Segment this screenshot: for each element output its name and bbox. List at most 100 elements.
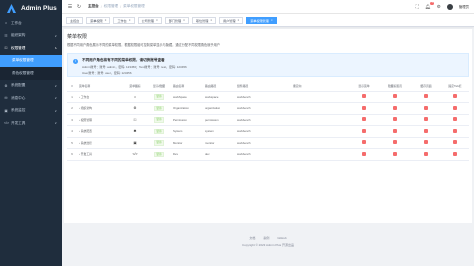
column-header: 菜单图标 xyxy=(123,82,147,92)
checkbox-checked[interactable] xyxy=(362,105,366,110)
tag-item-active[interactable]: 菜单权限管理 × xyxy=(246,16,277,24)
checkbox-checked[interactable] xyxy=(362,117,366,122)
checkbox-checked[interactable] xyxy=(424,105,428,110)
chevron-down-icon: ∨ xyxy=(54,108,57,113)
close-icon[interactable]: × xyxy=(271,18,273,22)
table-row[interactable]: 1 › 工作台 ⌂ 显示 workSpace workspace workben… xyxy=(67,91,469,103)
cell-hide-tab xyxy=(379,148,411,161)
checkbox-checked[interactable] xyxy=(362,128,366,133)
column-header: # xyxy=(67,82,77,92)
menu-item-devtools[interactable]: </> 开发工具 ∨ xyxy=(0,117,62,130)
breadcrumb-item[interactable]: 权限管理 xyxy=(104,4,118,9)
menu-item-organization[interactable]: ☷ 组织架构 ∨ xyxy=(0,30,62,43)
cell-fixed-tab xyxy=(441,148,469,161)
table-row[interactable]: 6 › 开发工具 </> 显示 Dev dev workbench xyxy=(67,148,469,161)
checkbox-checked[interactable] xyxy=(453,151,457,156)
cell-keep-alive xyxy=(411,125,441,138)
checkbox-checked[interactable] xyxy=(393,128,397,133)
cell-keep-alive xyxy=(411,137,441,149)
checkbox-checked[interactable] xyxy=(393,151,397,156)
tag-item[interactable]: 职位管理 × xyxy=(191,16,217,24)
checkbox-checked[interactable] xyxy=(453,117,457,122)
breadcrumb-item: 菜单权限管理 xyxy=(123,4,145,8)
checkbox-checked[interactable] xyxy=(362,151,366,156)
close-icon[interactable]: × xyxy=(129,18,131,22)
checkbox-checked[interactable] xyxy=(453,128,457,133)
checkbox-checked[interactable] xyxy=(393,105,397,110)
close-icon[interactable]: × xyxy=(156,18,158,22)
footer-links: 文档 案例 GitHub xyxy=(62,236,474,240)
checkbox-checked[interactable] xyxy=(362,140,366,145)
chevron-down-icon: ∨ xyxy=(54,83,57,88)
monitor-icon: ▣ xyxy=(133,140,137,145)
submenu-item-menu-permission[interactable]: 菜单权限管理 xyxy=(0,54,62,67)
footer-link-docs[interactable]: 文档 xyxy=(249,236,255,240)
column-header: 路由路径 xyxy=(203,82,235,92)
tag-item[interactable]: 工作台 × xyxy=(113,16,135,24)
menu-item-permission[interactable]: ⚿ 权限管理 ∧ xyxy=(0,42,62,55)
cell-index: 6 xyxy=(67,148,77,161)
app-logo[interactable]: Admin Plus xyxy=(0,0,62,17)
menu-item-system[interactable]: ⚙ 系统配置 ∨ xyxy=(0,80,62,93)
menu-item-workspace[interactable]: ⌂ 工作台 xyxy=(0,17,62,30)
avatar[interactable] xyxy=(446,3,453,10)
cell-fixed-tab xyxy=(441,102,469,115)
table-row[interactable]: 4 › 系统配置 ✱ 显示 System system workbench xyxy=(67,125,469,138)
checkbox-checked[interactable] xyxy=(424,128,428,133)
tag-item[interactable]: 主控台 xyxy=(66,16,84,24)
cell-visibility: 显示 xyxy=(147,125,171,138)
submenu-item-role-permission[interactable]: 角色权限管理 xyxy=(0,67,62,80)
cell-visibility: 显示 xyxy=(147,148,171,161)
close-icon[interactable]: × xyxy=(238,18,240,22)
fullscreen-icon[interactable]: ⛶ xyxy=(416,4,419,9)
close-icon[interactable]: × xyxy=(105,18,107,22)
checkbox-checked[interactable] xyxy=(393,140,397,145)
tag-item[interactable]: 用户管理 × xyxy=(219,16,244,24)
tag-item[interactable]: 公司管理 × xyxy=(137,16,162,24)
close-icon[interactable]: × xyxy=(210,18,212,22)
close-icon[interactable]: × xyxy=(183,18,185,22)
org-icon: ⚙ xyxy=(133,106,137,111)
tag-item[interactable]: 菜单权限 × xyxy=(86,16,111,24)
settings-icon[interactable]: ⚙ xyxy=(437,4,441,10)
tag-item[interactable]: 部门管理 × xyxy=(164,16,189,24)
logo-icon xyxy=(7,4,16,13)
footer-link-cases[interactable]: 案例 xyxy=(263,236,269,240)
status-badge: 显示 xyxy=(154,128,164,134)
menu-item-message[interactable]: ✉ 消息中心 ∨ xyxy=(0,92,62,105)
menu-label: 开发工具 xyxy=(11,120,26,125)
lock-icon: ⚿ xyxy=(133,117,137,122)
username[interactable]: 管理员 xyxy=(459,4,469,9)
chevron-down-icon: ∨ xyxy=(54,33,57,38)
menu-fold-icon[interactable]: ☰ xyxy=(67,4,73,10)
checkbox-checked[interactable] xyxy=(424,94,428,99)
checkbox-checked[interactable] xyxy=(453,140,457,145)
bell-icon[interactable]: 🔔︎ 3 xyxy=(425,1,434,10)
cell-route-name: Monitor xyxy=(171,137,203,149)
breadcrumb-separator: / xyxy=(120,4,122,9)
checkbox-checked[interactable] xyxy=(424,117,428,122)
checkbox-checked[interactable] xyxy=(393,94,397,99)
refresh-icon[interactable]: ↻ xyxy=(76,4,82,10)
footer-link-github[interactable]: GitHub xyxy=(277,236,286,240)
cell-hide-tab xyxy=(379,125,411,138)
cell-hide-tab xyxy=(379,102,411,115)
checkbox-checked[interactable] xyxy=(424,140,428,145)
checkbox-checked[interactable] xyxy=(393,117,397,122)
table-row[interactable]: 5 › 系统监控 ▣ 显示 Monitor monitor workbench xyxy=(67,137,469,149)
checkbox-checked[interactable] xyxy=(453,94,457,99)
menu-item-monitor[interactable]: ▣ 系统监控 ∨ xyxy=(0,105,62,118)
cell-index: 1 xyxy=(67,91,77,103)
checkbox-checked[interactable] xyxy=(453,105,457,110)
table-row[interactable]: 2 › 组织架构 ⚙ 显示 Organization organization … xyxy=(67,102,469,115)
org-icon: ☷ xyxy=(4,33,8,38)
info-icon: i xyxy=(73,59,78,64)
page-description: 根据不同用户角色展示不同的菜单权限，根据权限组可控制菜单显示与隐藏，通过分配不同… xyxy=(67,43,220,47)
checkbox-checked[interactable] xyxy=(362,94,366,99)
checkbox-checked[interactable] xyxy=(424,151,428,156)
cell-index: 3 xyxy=(67,114,77,126)
breadcrumb-item[interactable]: 主控台 xyxy=(88,4,99,9)
cell-index: 2 xyxy=(67,102,77,115)
table-row[interactable]: 3 › 权限管理 ⚿ 显示 Permission permission work… xyxy=(67,114,469,126)
cell-show-menu xyxy=(349,114,379,126)
